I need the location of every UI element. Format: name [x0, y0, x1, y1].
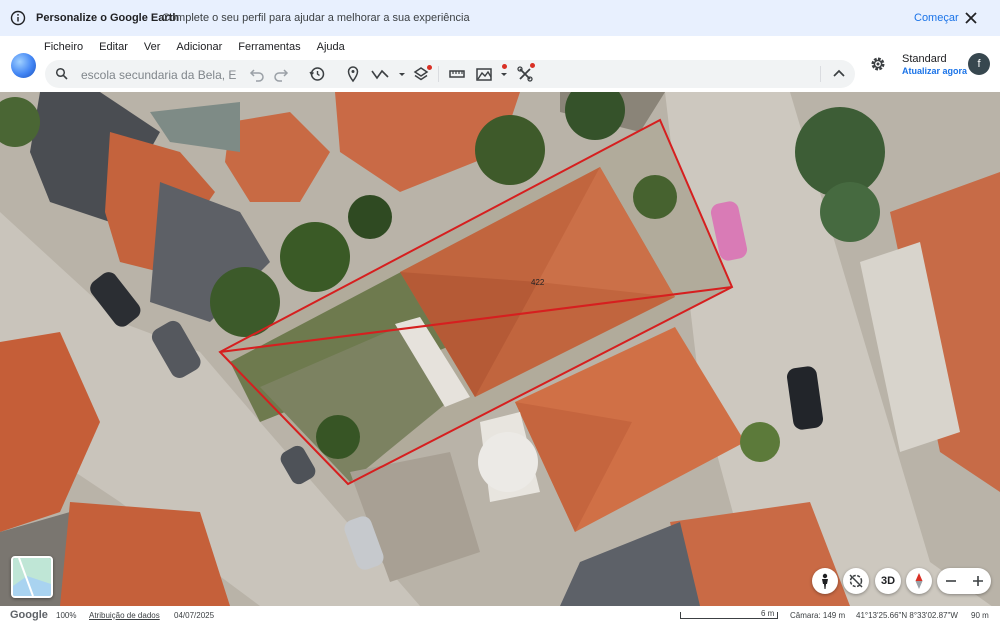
- gear-icon[interactable]: [869, 55, 887, 73]
- profile-banner: Personalize o Google Earth Complete o se…: [0, 0, 1000, 36]
- history-icon[interactable]: [308, 65, 326, 83]
- menu-file[interactable]: Ficheiro: [44, 41, 83, 53]
- undo-icon[interactable]: [248, 65, 266, 83]
- cursor-coordinates: 41°13'25.66"N 8°33'02.87"W: [856, 611, 958, 620]
- layers-notification-dot: [427, 65, 432, 70]
- toolbar: [45, 60, 855, 88]
- redo-icon[interactable]: [272, 65, 290, 83]
- close-icon[interactable]: [962, 9, 980, 27]
- menu-tools[interactable]: Ferramentas: [238, 41, 300, 53]
- chevron-up-icon[interactable]: [830, 65, 848, 83]
- compass-icon[interactable]: [906, 568, 932, 594]
- info-icon: [10, 10, 26, 26]
- path-icon[interactable]: [371, 65, 389, 83]
- chevron-down-icon[interactable]: [393, 65, 405, 83]
- map-style-label: Standard: [902, 53, 947, 65]
- camera-altitude: Câmara: 149 m: [790, 611, 846, 620]
- banner-title: Personalize o Google Earth: [36, 12, 180, 24]
- placemark-icon[interactable]: [344, 65, 362, 83]
- menu-add[interactable]: Adicionar: [176, 41, 222, 53]
- zoom-out-icon[interactable]: [937, 568, 964, 594]
- update-now-link[interactable]: Atualizar agora: [902, 66, 967, 76]
- zoom-in-icon[interactable]: [964, 568, 991, 594]
- start-button[interactable]: Começar: [914, 12, 959, 24]
- zoom-level: 100%: [56, 611, 77, 620]
- tools-notification-dot: [530, 63, 535, 68]
- status-bar: Google 100% Atribuição de dados 04/07/20…: [0, 606, 1000, 625]
- elevation-icon[interactable]: [475, 65, 493, 83]
- menu-bar: Ficheiro Editar Ver Adicionar Ferramenta…: [44, 41, 361, 53]
- toolbar-divider: [820, 66, 821, 82]
- imagery-date: 04/07/2025: [174, 611, 215, 620]
- toolbar-divider: [438, 66, 439, 82]
- scale-label: 6 m: [761, 609, 775, 618]
- map-view[interactable]: 422 3D: [0, 92, 1000, 606]
- ground-elevation: 90 m: [971, 611, 989, 620]
- zoom-controls: [937, 568, 991, 594]
- data-attribution-link[interactable]: Atribuição de dados: [89, 611, 160, 620]
- compass-off-icon[interactable]: [843, 568, 869, 594]
- search-input[interactable]: [79, 64, 239, 86]
- app-header: Ficheiro Editar Ver Adicionar Ferramenta…: [0, 36, 1000, 92]
- parcel-number-label: 422: [531, 278, 545, 287]
- banner-message: Complete o seu perfil para ajudar a melh…: [162, 12, 470, 24]
- 3d-toggle-button[interactable]: 3D: [875, 568, 901, 594]
- elevation-notification-dot: [502, 64, 507, 69]
- menu-help[interactable]: Ajuda: [317, 41, 345, 53]
- earth-logo-icon[interactable]: [11, 53, 36, 78]
- aerial-imagery: [0, 92, 1000, 606]
- google-logo: Google: [10, 609, 48, 621]
- avatar[interactable]: f: [968, 53, 990, 75]
- ruler-icon[interactable]: [448, 65, 466, 83]
- street-view-pegman-icon[interactable]: [812, 568, 838, 594]
- menu-edit[interactable]: Editar: [99, 41, 128, 53]
- search-icon: [55, 67, 68, 80]
- map-layer-thumbnail[interactable]: [11, 556, 53, 598]
- menu-view[interactable]: Ver: [144, 41, 161, 53]
